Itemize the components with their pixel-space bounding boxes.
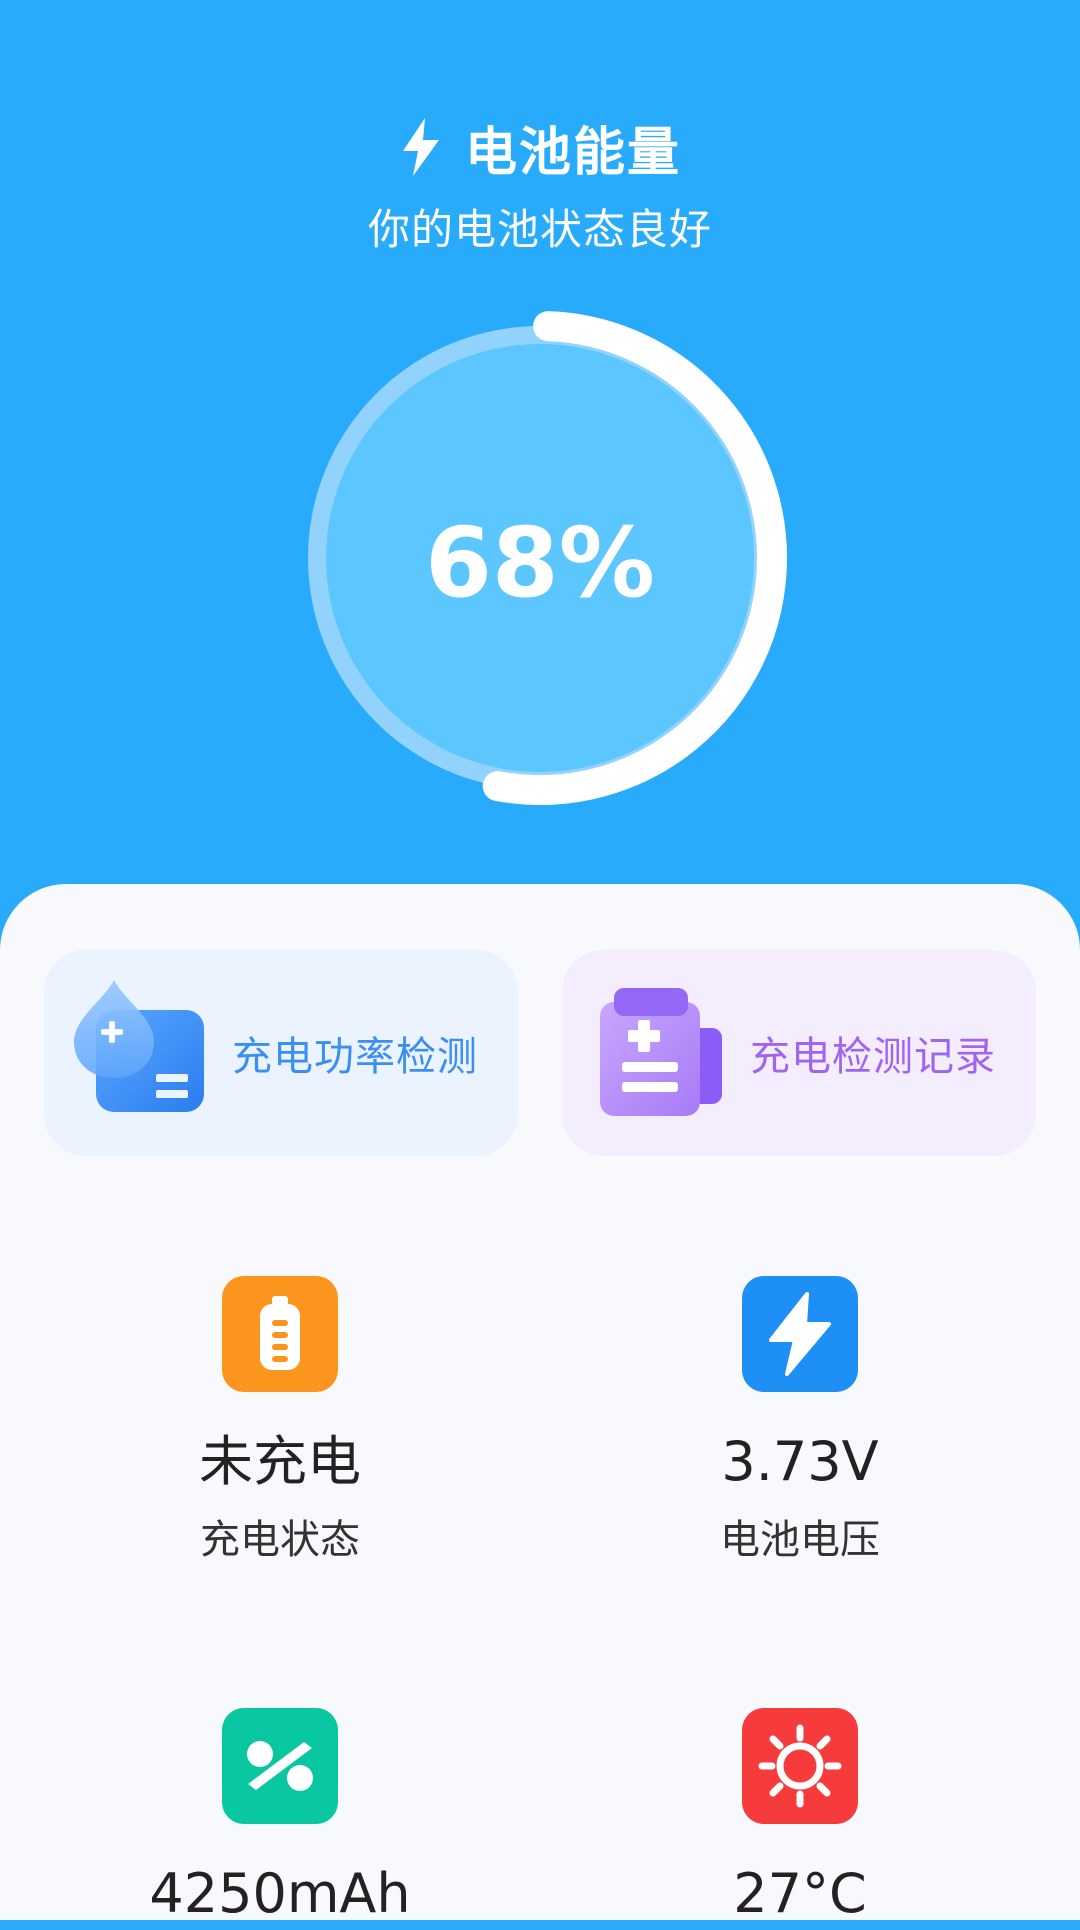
- lightning-icon: [742, 1276, 858, 1392]
- battery-icon: [222, 1276, 338, 1392]
- charging-power-test-button[interactable]: 充电功率检测: [44, 950, 518, 1156]
- battery-info-panel: 充电功率检测 充电检测记录 未充电 充电状态 3.73V 电池电压 4250mA…: [0, 884, 1080, 1925]
- charging-status-label: 充电状态: [200, 1517, 360, 1563]
- battery-level-gauge: 68%: [290, 308, 790, 808]
- battery-status-subtitle: 你的电池状态良好: [367, 205, 712, 254]
- charging-record-button[interactable]: 充电检测记录: [562, 950, 1036, 1156]
- charging-status-value: 未充电: [199, 1430, 361, 1493]
- battery-temperature-value: 27°C: [733, 1862, 867, 1925]
- lightning-bolt-icon: [402, 118, 439, 176]
- battery-percent: 68%: [425, 507, 655, 619]
- charging-record-label: 充电检测记录: [750, 1034, 996, 1080]
- charging-status-stat: 未充电 充电状态: [80, 1276, 480, 1566]
- clipboard-battery-icon: [600, 988, 722, 1116]
- battery-capacity-stat: 4250mAh: [80, 1708, 480, 1930]
- water-drop-battery-icon: [74, 980, 204, 1112]
- battery-voltage-label: 电池电压: [720, 1517, 880, 1563]
- header-title: 电池能量: [0, 112, 1080, 183]
- battery-voltage-stat: 3.73V 电池电压: [600, 1276, 1000, 1566]
- charging-power-test-label: 充电功率检测: [232, 1034, 478, 1080]
- battery-capacity-value: 4250mAh: [149, 1862, 411, 1925]
- page-title: 电池能量: [464, 122, 681, 183]
- sun-icon: [742, 1708, 858, 1824]
- percent-icon: [222, 1708, 338, 1824]
- battery-voltage-value: 3.73V: [721, 1430, 879, 1493]
- battery-temperature-stat: 27°C: [600, 1708, 1000, 1930]
